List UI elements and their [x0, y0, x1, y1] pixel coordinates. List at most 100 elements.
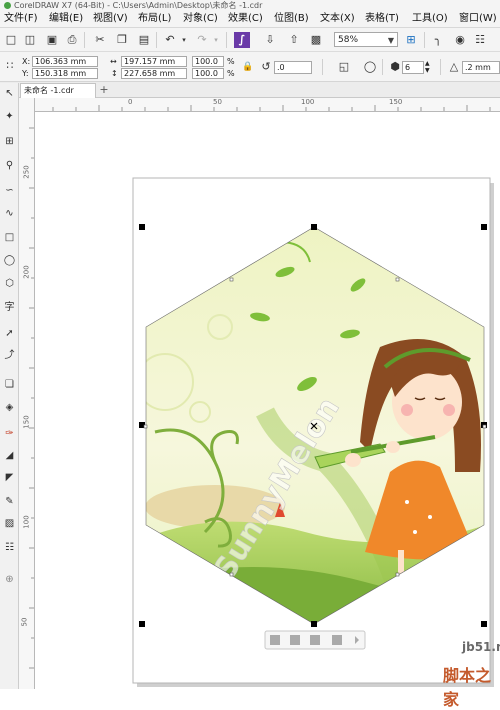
outline-pen-icon: △: [449, 60, 459, 73]
color-eyedropper-icon[interactable]: ✑: [3, 427, 16, 440]
y-position-field[interactable]: 150.318 mm: [32, 68, 98, 79]
document-tab-bar: 未命名 -1.cdr +: [0, 82, 500, 98]
scale-y-field[interactable]: 100.0: [192, 68, 224, 79]
publish-pdf-icon[interactable]: ▩: [308, 32, 324, 48]
outline-pen-tool-icon[interactable]: ✎: [3, 495, 16, 508]
lock-ratio-icon[interactable]: 🔒: [240, 59, 256, 75]
menu-bar: 文件(F) 编辑(E) 视图(V) 布局(L) 对象(C) 效果(C) 位图(B…: [0, 11, 500, 28]
add-tool-icon[interactable]: ⊕: [3, 573, 16, 586]
ruler-tick-label: 100: [301, 98, 315, 106]
height-icon: ↕: [111, 69, 118, 78]
menu-layout[interactable]: 布局(L): [138, 11, 171, 27]
transparency-tool-icon[interactable]: ◈: [3, 401, 16, 414]
save-icon[interactable]: ▣: [44, 32, 60, 48]
pick-tool-icon[interactable]: ↖: [3, 87, 16, 100]
rectangle-tool-icon[interactable]: □: [3, 231, 16, 244]
fill-tool-icon[interactable]: ▨: [3, 517, 16, 530]
menu-text[interactable]: 文本(X): [320, 11, 355, 27]
paste-icon[interactable]: ▤: [136, 32, 152, 48]
toolbar-separator: [156, 32, 157, 48]
redo-dropdown-icon[interactable]: ▾: [208, 32, 224, 48]
artistic-media-icon[interactable]: ∿: [3, 207, 16, 220]
menu-tools[interactable]: 工具(O): [412, 11, 448, 27]
open-folder-icon[interactable]: ◫: [22, 32, 38, 48]
window-title: CorelDRAW X7 (64-Bit) - C:\Users\Admin\D…: [14, 1, 263, 10]
zoom-tool-icon[interactable]: ⚲: [3, 159, 16, 172]
smart-fill-icon[interactable]: ◤: [3, 471, 16, 484]
drop-shadow-icon[interactable]: ❏: [3, 378, 16, 391]
copy-icon[interactable]: ❐: [114, 32, 130, 48]
crop-tool-icon[interactable]: ⊞: [3, 135, 16, 148]
toolbar-separator: [322, 59, 323, 75]
toolbar-separator: [424, 32, 425, 48]
menu-window[interactable]: 窗口(W): [459, 11, 497, 27]
undo-dropdown-icon[interactable]: ▾: [176, 32, 192, 48]
toolbar-separator: [382, 59, 383, 75]
show-guidelines-icon[interactable]: ◉: [452, 32, 468, 48]
cut-icon[interactable]: ✂: [92, 32, 108, 48]
stepper-arrows-icon[interactable]: ▲ ▼: [425, 60, 430, 74]
toolbar-separator: [226, 32, 227, 48]
mirror-vertical-icon[interactable]: ◯: [362, 59, 378, 75]
menu-effects[interactable]: 效果(C): [228, 11, 263, 27]
mirror-horizontal-icon[interactable]: ◱: [336, 59, 352, 75]
height-field[interactable]: 227.658 mm: [121, 68, 187, 79]
menu-edit[interactable]: 编辑(E): [49, 11, 83, 27]
zoom-level-select[interactable]: 58% ▼: [334, 32, 398, 47]
rotation-angle-field[interactable]: .0: [274, 61, 312, 74]
print-icon[interactable]: ⎙: [64, 32, 80, 48]
ruler-tick-label: 250: [22, 165, 31, 179]
polygon-sides-field[interactable]: 6: [402, 61, 424, 74]
polygon-sides-icon: ⬢: [390, 60, 400, 73]
import-icon[interactable]: ⇩: [262, 32, 278, 48]
interactive-fill-icon[interactable]: ◢: [3, 449, 16, 462]
freehand-tool-icon[interactable]: ∽: [3, 184, 16, 197]
search-content-icon[interactable]: ∫: [234, 32, 250, 48]
polygon-tool-icon[interactable]: ⬡: [3, 277, 16, 290]
zoom-level-value: 58%: [338, 35, 359, 45]
ruler-ticks: [29, 127, 34, 669]
rotation-icon: ↺: [261, 60, 271, 73]
new-document-icon[interactable]: □: [3, 32, 19, 48]
standard-toolbar: □ ◫ ▣ ⎙ ✂ ❐ ▤ ↶ ▾ ↷ ▾ ∫ ⇩ ⇧ ▩ 58% ▼ ⊞ ╮ …: [0, 28, 500, 52]
scale-x-field[interactable]: 100.0: [192, 56, 224, 67]
width-field[interactable]: 197.157 mm: [121, 56, 187, 67]
ruler-tick-label: 50: [20, 617, 29, 627]
ruler-ticks: [52, 105, 491, 111]
object-origin-icon[interactable]: ∷: [2, 58, 18, 74]
ruler-tick-label: 100: [22, 515, 31, 529]
snap-to-icon[interactable]: ☷: [472, 32, 488, 48]
x-position-field[interactable]: 106.363 mm: [32, 56, 98, 67]
ruler-tick-label: 50: [213, 98, 222, 106]
canvas-artwork: SunnyMelon: [132, 177, 494, 687]
menu-view[interactable]: 视图(V): [93, 11, 128, 27]
toolbar-separator: [84, 32, 85, 48]
menu-object[interactable]: 对象(C): [183, 11, 218, 27]
shape-tool-icon[interactable]: ✦: [3, 110, 16, 123]
ellipse-tool-icon[interactable]: ◯: [3, 254, 16, 267]
menu-table[interactable]: 表格(T): [365, 11, 399, 27]
coreldraw-app-icon: [4, 2, 11, 9]
text-tool-icon[interactable]: 字: [3, 301, 16, 314]
ruler-tick-label: 150: [22, 415, 31, 429]
site-watermark-name: 脚本之家: [443, 666, 492, 709]
ruler-tick-label: 200: [22, 265, 31, 279]
drawing-canvas[interactable]: SunnyMelon: [35, 112, 500, 689]
ruler-tick-label: 0: [128, 98, 133, 106]
window-title-bar: CorelDRAW X7 (64-Bit) - C:\Users\Admin\D…: [0, 0, 500, 11]
scale-x-percent: %: [227, 57, 235, 66]
connector-tool-icon[interactable]: ⤴: [3, 349, 16, 362]
width-icon: ↔: [110, 57, 117, 66]
menu-bitmaps[interactable]: 位图(B): [274, 11, 309, 27]
document-tab[interactable]: 未命名 -1.cdr: [20, 83, 96, 98]
show-rulers-icon[interactable]: ╮: [430, 32, 446, 48]
outline-width-field[interactable]: .2 mm: [462, 61, 500, 74]
parallel-dimension-icon[interactable]: ➚: [3, 327, 16, 340]
menu-file[interactable]: 文件(F): [4, 11, 38, 27]
site-watermark-domain: jb51.net: [462, 640, 500, 654]
vertical-ruler: 250 200 150 100 50: [19, 98, 35, 689]
mesh-fill-icon[interactable]: ☷: [3, 541, 16, 554]
export-icon[interactable]: ⇧: [286, 32, 302, 48]
add-tab-icon[interactable]: +: [98, 84, 110, 96]
full-screen-preview-icon[interactable]: ⊞: [403, 32, 419, 48]
